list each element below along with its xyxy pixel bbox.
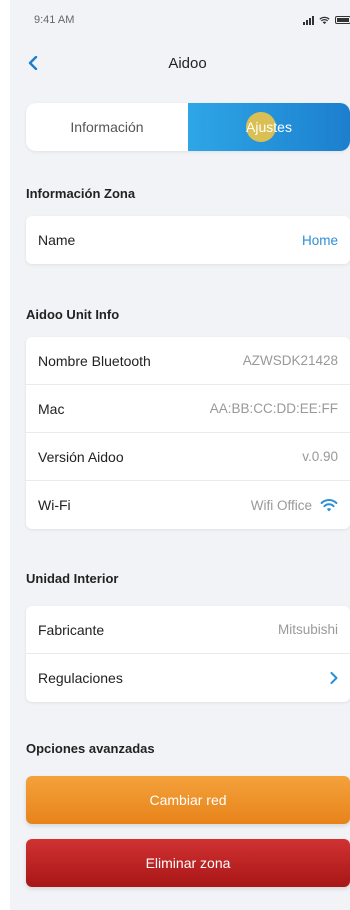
row-label: Wi-Fi [38, 497, 71, 513]
wifi-icon [320, 499, 338, 512]
tab-label: Información [70, 119, 144, 135]
screen: 9:41 AM Aidoo Información Ajustes Inform… [10, 0, 350, 910]
row-wifi[interactable]: Wi-Fi Wifi Office [26, 481, 350, 529]
row-value: Home [301, 232, 338, 248]
row-bluetooth: Nombre Bluetooth AZWSDK21428 [26, 337, 350, 385]
tab-ajustes[interactable]: Ajustes [188, 103, 350, 151]
battery-icon [335, 16, 350, 24]
row-fabricante: Fabricante Mitsubishi [26, 606, 350, 654]
row-value: AA:BB:CC:DD:EE:FF [209, 401, 338, 416]
section-title-zona: Información Zona [26, 186, 136, 201]
delete-zone-button[interactable]: Eliminar zona [26, 839, 350, 887]
row-label: Mac [38, 400, 65, 417]
row-label: Fabricante [38, 621, 105, 638]
nav-bar: Aidoo [10, 44, 350, 82]
zona-card: Name Home [26, 216, 350, 264]
status-time: 9:41 AM [34, 14, 75, 26]
status-bar: 9:41 AM [10, 0, 350, 40]
change-network-button[interactable]: Cambiar red [26, 776, 350, 824]
row-label: Nombre Bluetooth [38, 352, 151, 369]
row-value-wrap: Wifi Office [251, 498, 338, 513]
row-name[interactable]: Name Home [26, 216, 350, 264]
back-chevron-icon[interactable] [22, 52, 44, 74]
row-value: v.0.90 [302, 449, 338, 464]
row-version: Versión Aidoo v.0.90 [26, 433, 350, 481]
segmented-tabs: Información Ajustes [26, 103, 350, 151]
row-value: Mitsubishi [277, 622, 338, 637]
unit-card: Nombre Bluetooth AZWSDK21428 Mac AA:BB:C… [26, 337, 350, 529]
status-icons [303, 15, 350, 25]
row-label: Regulaciones [38, 670, 123, 686]
row-value: Wifi Office [250, 497, 312, 513]
tab-label: Ajustes [246, 119, 292, 135]
row-label: Versión Aidoo [38, 448, 124, 465]
interior-card: Fabricante Mitsubishi Regulaciones [26, 606, 350, 702]
row-regulaciones[interactable]: Regulaciones [26, 654, 350, 702]
row-mac: Mac AA:BB:CC:DD:EE:FF [26, 385, 350, 433]
row-label: Name [38, 232, 76, 248]
wifi-status-icon [319, 16, 330, 24]
section-title-advanced: Opciones avanzadas [26, 741, 155, 756]
section-title-interior: Unidad Interior [26, 571, 119, 586]
row-value: AZWSDK21428 [242, 353, 338, 368]
page-title: Aidoo [168, 54, 207, 72]
tab-informacion[interactable]: Información [26, 103, 188, 151]
chevron-right-icon [330, 672, 338, 684]
section-title-unit: Aidoo Unit Info [26, 307, 120, 322]
signal-icon [303, 15, 314, 25]
